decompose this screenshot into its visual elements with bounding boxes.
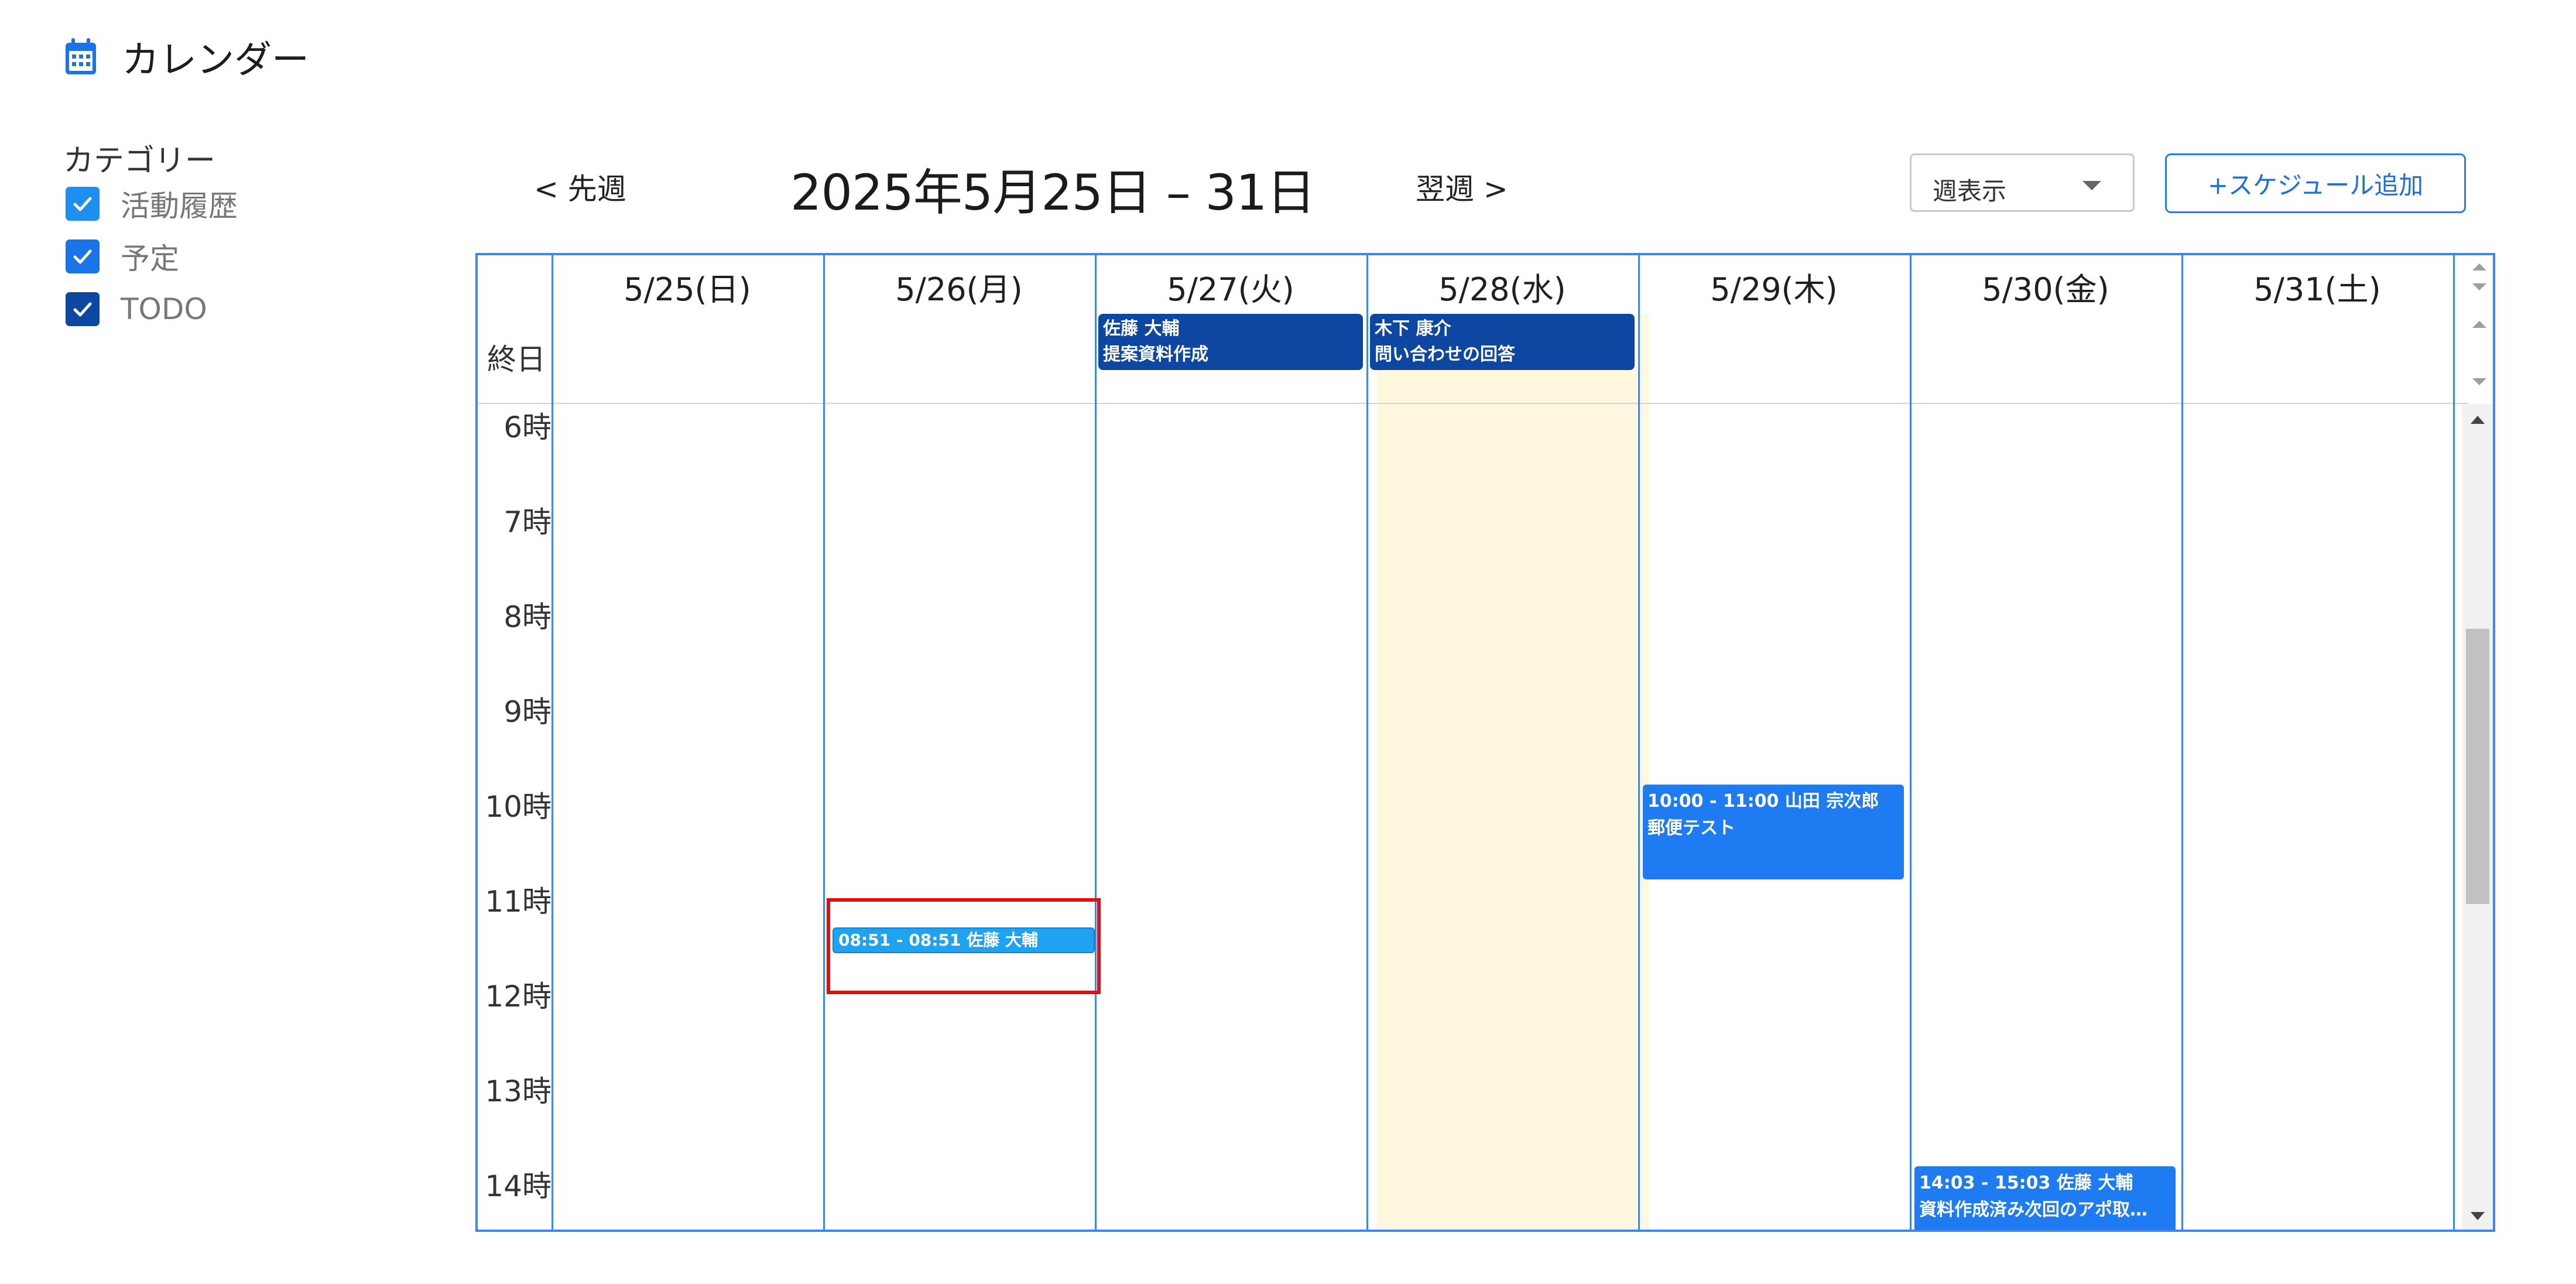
event-person: 佐藤 大輔: [1103, 319, 1180, 339]
hour-label: 8時: [503, 600, 551, 634]
checkbox-checked-icon[interactable]: [66, 239, 100, 273]
timed-event[interactable]: 14:03 - 15:03 佐藤 大輔 資料作成済み次回のアポ取…: [1914, 1166, 2176, 1230]
app-header: カレンダー: [63, 30, 309, 83]
view-select[interactable]: 週表示: [1910, 153, 2135, 212]
day-header: 5/30(金): [1982, 271, 2109, 308]
column-divider: [1910, 255, 1912, 1230]
allday-label: 終日: [487, 343, 546, 376]
hour-label: 12時: [485, 980, 551, 1013]
category-label: 予定: [121, 242, 179, 276]
hour-label: 10時: [485, 790, 551, 824]
category-activity-history[interactable]: 活動履歴: [66, 185, 238, 223]
event-person: 山田 宗次郎: [1784, 791, 1879, 812]
event-person: 佐藤 大輔: [2056, 1173, 2133, 1193]
hour-label: 13時: [485, 1074, 551, 1108]
scroll-up-icon[interactable]: [2471, 416, 2485, 424]
day-header: 5/28(水): [1438, 271, 1566, 308]
column-divider: [551, 255, 553, 1230]
view-select-value: 週表示: [1933, 177, 2007, 206]
scroll-down-icon[interactable]: [2471, 1212, 2485, 1220]
event-person: 佐藤 大輔: [967, 930, 1038, 950]
hour-label: 14時: [485, 1169, 551, 1203]
event-time: 08:51 - 08:51: [838, 930, 961, 950]
today-column-highlight: [1377, 404, 1649, 1230]
add-schedule-button[interactable]: +スケジュール追加: [2165, 153, 2466, 213]
caret-down-icon: [2082, 181, 2101, 190]
checkbox-checked-icon[interactable]: [66, 292, 100, 326]
day-header: 5/27(火): [1167, 271, 1294, 308]
hour-label: 11時: [485, 885, 551, 919]
scroll-down-icon[interactable]: [2472, 283, 2486, 290]
hour-label: 7時: [503, 505, 551, 539]
column-divider: [823, 255, 825, 1230]
page-title: カレンダー: [122, 39, 309, 82]
timed-event[interactable]: 08:51 - 08:51 佐藤 大輔: [833, 927, 1095, 953]
category-schedule[interactable]: 予定: [66, 238, 179, 276]
category-label: TODO: [121, 292, 207, 326]
allday-divider: [478, 403, 2468, 404]
allday-event[interactable]: 佐藤 大輔 提案資料作成: [1098, 314, 1363, 370]
column-divider: [1095, 255, 1097, 1230]
day-header: 5/26(月): [895, 271, 1023, 308]
scroll-up-icon[interactable]: [2472, 263, 2486, 271]
allday-event[interactable]: 木下 康介 問い合わせの回答: [1370, 314, 1635, 370]
column-divider: [2453, 255, 2455, 1230]
week-range-title: 2025年5月25日 – 31日: [790, 164, 1316, 221]
category-heading: カテゴリー: [63, 143, 216, 179]
next-week-button[interactable]: 翌週 >: [1416, 166, 1508, 208]
event-person: 木下 康介: [1375, 319, 1451, 339]
hour-label: 6時: [503, 410, 551, 444]
day-header: 5/29(木): [1710, 271, 1838, 308]
event-title: 資料作成済み次回のアポ取…: [1919, 1200, 2147, 1220]
day-header: 5/31(土): [2253, 271, 2381, 308]
event-time: 10:00 - 11:00: [1647, 791, 1779, 812]
prev-week-button[interactable]: < 先週: [534, 166, 626, 208]
category-label: 活動履歴: [121, 189, 238, 223]
event-time: 14:03 - 15:03: [1919, 1173, 2051, 1193]
checkbox-checked-icon[interactable]: [66, 187, 100, 221]
column-divider: [1366, 255, 1368, 1230]
column-divider: [1638, 255, 1640, 1230]
scroll-down-icon[interactable]: [2472, 378, 2486, 385]
day-header: 5/25(日): [624, 271, 751, 308]
scroll-up-icon[interactable]: [2472, 321, 2486, 328]
column-divider: [2181, 255, 2183, 1230]
event-title: 提案資料作成: [1103, 344, 1208, 365]
allday-scrollbar[interactable]: [2466, 255, 2493, 403]
event-title: 問い合わせの回答: [1375, 344, 1515, 365]
hour-label: 9時: [503, 695, 551, 729]
week-calendar: 5/25(日) 5/26(月) 5/27(火) 5/28(水) 5/29(木) …: [475, 253, 2495, 1232]
calendar-icon: [63, 37, 98, 77]
time-grid-scrollbar[interactable]: [2462, 404, 2493, 1230]
timed-event[interactable]: 10:00 - 11:00 山田 宗次郎 郵便テスト: [1643, 785, 1904, 879]
event-title: 郵便テスト: [1647, 818, 1735, 838]
scrollbar-thumb[interactable]: [2466, 629, 2489, 904]
category-todo[interactable]: TODO: [66, 290, 207, 328]
